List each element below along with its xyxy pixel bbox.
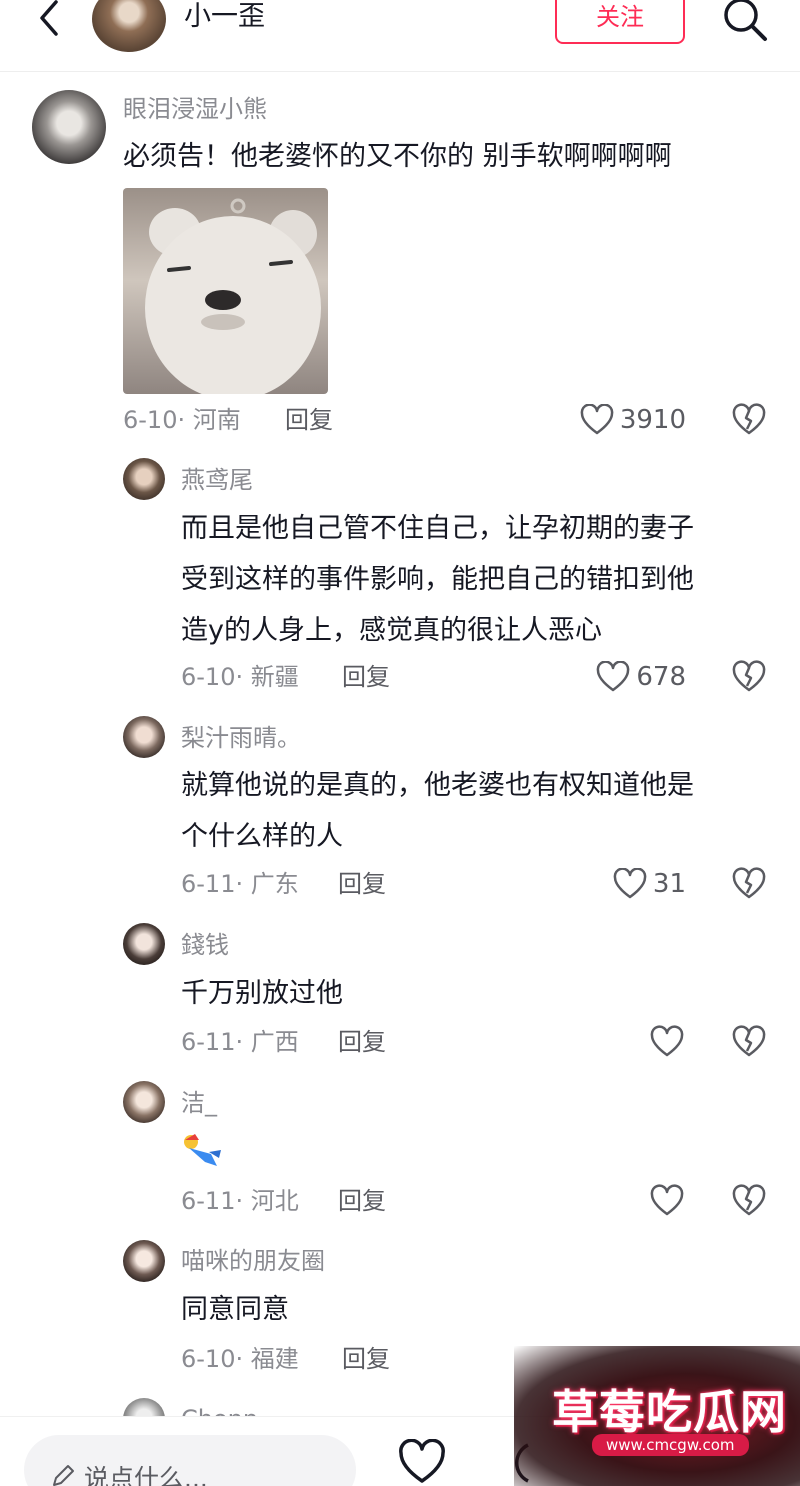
author-avatar[interactable]	[92, 0, 166, 52]
heart-icon	[597, 661, 630, 692]
like-count: 678	[636, 662, 686, 692]
broken-heart-icon[interactable]	[732, 660, 766, 694]
avatar[interactable]	[123, 716, 165, 758]
reply-button[interactable]: 回复	[285, 405, 333, 435]
like-count: 3910	[619, 405, 686, 435]
like-button[interactable]: 3910	[560, 403, 686, 437]
reply-text: 造y的人身上，感觉真的很让人恶心	[181, 615, 602, 646]
watermark-logo: 草莓吃瓜网 www.cmcgw.com	[514, 1346, 800, 1486]
reply-text: 同意同意	[181, 1294, 289, 1325]
avatar[interactable]	[123, 1240, 165, 1282]
top-bar: 小一歪 关注	[0, 0, 800, 72]
reply-button[interactable]: 回复	[342, 662, 390, 692]
like-button[interactable]: 678	[560, 660, 686, 694]
comment-input-placeholder: 说点什么...	[84, 1464, 208, 1486]
reply-button[interactable]: 回复	[338, 869, 386, 899]
heart-icon[interactable]	[650, 1184, 684, 1218]
reply-text: 而且是他自己管不住自己，让孕初期的妻子	[181, 513, 694, 544]
reply-username[interactable]: 梨汁雨晴。	[181, 723, 301, 753]
comment-username[interactable]: 眼泪浸湿小熊	[123, 94, 267, 124]
search-icon[interactable]	[722, 0, 768, 42]
heart-icon[interactable]	[398, 1439, 446, 1485]
author-name[interactable]: 小一歪	[184, 0, 265, 34]
reply-date-location: 6-11· 广西	[181, 1028, 299, 1056]
follow-button[interactable]: 关注	[555, 0, 685, 44]
watermark-url: www.cmcgw.com	[592, 1434, 749, 1456]
like-button[interactable]: 31	[560, 867, 686, 901]
reply-button[interactable]: 回复	[342, 1344, 390, 1374]
reply-username[interactable]: 洁_	[181, 1088, 217, 1118]
broken-heart-icon[interactable]	[732, 1184, 766, 1218]
comment-date-location: 6-10· 河南	[123, 406, 241, 434]
heart-icon	[613, 868, 647, 899]
reply-date-location: 6-10· 福建	[181, 1345, 299, 1373]
comment-text: 必须告！他老婆怀的又不你的 别手软啊啊啊啊	[123, 141, 672, 172]
avatar[interactable]	[123, 923, 165, 965]
pencil-icon	[53, 1465, 74, 1486]
comment-input[interactable]: 说点什么...	[24, 1435, 356, 1486]
reply-button[interactable]: 回复	[338, 1186, 386, 1216]
reply-text: 就算他说的是真的，他老婆也有权知道他是	[181, 770, 694, 801]
broken-heart-icon[interactable]	[732, 867, 766, 901]
heart-icon	[580, 404, 614, 435]
like-count: 31	[652, 869, 686, 899]
reply-text: 受到这样的事件影响，能把自己的错扣到他	[181, 564, 694, 595]
reply-text: 千万别放过他	[181, 978, 343, 1009]
reply-username[interactable]: 喵咪的朋友圈	[181, 1246, 325, 1276]
reply-username[interactable]: 燕鸢尾	[181, 465, 253, 495]
broken-heart-icon[interactable]	[732, 1025, 766, 1059]
emoji-sticker-icon	[184, 1134, 221, 1166]
bear-sticker-icon	[145, 198, 321, 394]
reply-date-location: 6-11· 广东	[181, 870, 299, 898]
broken-heart-icon[interactable]	[732, 403, 766, 437]
reply-date-location: 6-11· 河北	[181, 1187, 299, 1215]
avatar[interactable]	[123, 1081, 165, 1123]
avatar[interactable]	[32, 90, 106, 164]
reply-username[interactable]: 錢钱	[181, 930, 229, 960]
reply-text: 个什么样的人	[181, 821, 343, 852]
avatar[interactable]	[123, 458, 165, 500]
reply-date-location: 6-10· 新疆	[181, 663, 299, 691]
heart-icon[interactable]	[650, 1025, 684, 1059]
sticker-image[interactable]	[123, 188, 328, 394]
reply-button[interactable]: 回复	[338, 1027, 386, 1057]
back-arrow-icon[interactable]	[30, 0, 70, 40]
watermark-title: 草莓吃瓜网	[552, 1385, 787, 1439]
